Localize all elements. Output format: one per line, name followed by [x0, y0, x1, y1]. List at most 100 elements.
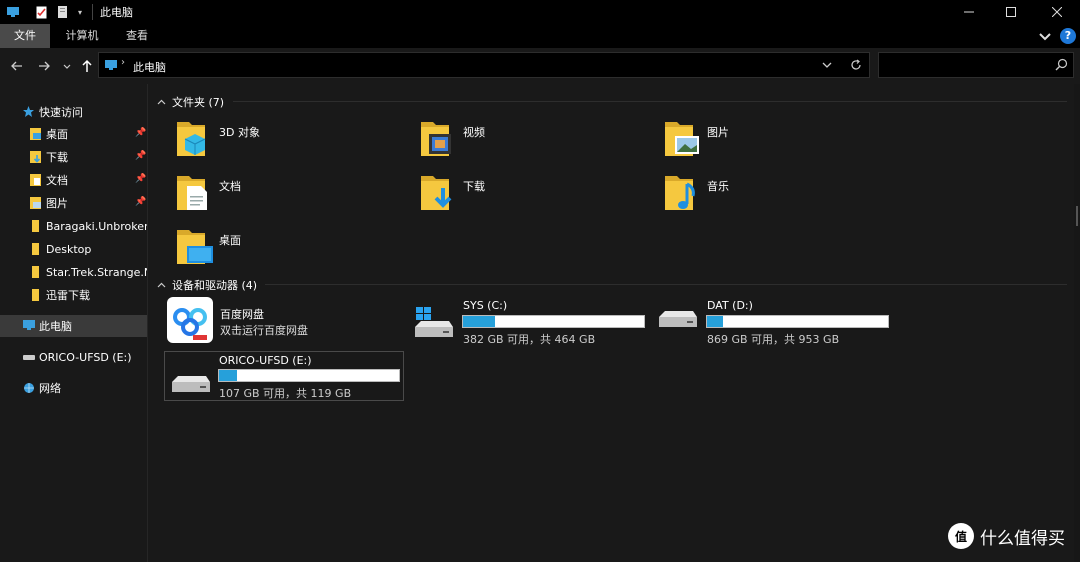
this-pc-icon — [104, 59, 118, 74]
music-folder-icon — [663, 172, 703, 212]
window-title: 此电脑 — [100, 6, 133, 19]
collapse-chevron-icon — [157, 282, 166, 287]
sidebar-item-label: 迅雷下载 — [46, 289, 90, 302]
removable-drive-icon — [170, 374, 212, 397]
sidebar-item-label: 下载 — [46, 151, 68, 164]
folder-icon — [30, 266, 41, 278]
star-icon — [23, 106, 34, 118]
tab-computer[interactable]: 计算机 — [54, 24, 110, 48]
hard-drive-icon — [657, 309, 699, 332]
sidebar-item-pictures[interactable]: 图片 📌 — [0, 192, 147, 214]
folder-documents[interactable]: 文档 — [149, 170, 381, 216]
up-icon[interactable] — [80, 59, 94, 73]
downloads-folder-icon — [419, 172, 459, 212]
videos-folder-icon — [419, 118, 459, 158]
search-input[interactable] — [878, 52, 1074, 78]
folder-label: 图片 — [707, 126, 729, 139]
scrollbar[interactable] — [1074, 84, 1080, 562]
sidebar-item-usb-drive[interactable]: ORICO-UFSD (E:) — [0, 346, 147, 368]
sidebar-item-label: 快速访问 — [39, 106, 83, 119]
baidu-netdisk-item[interactable]: 百度网盘 双击运行百度网盘 — [167, 297, 397, 343]
folder-icon — [30, 220, 41, 232]
folder-downloads[interactable]: 下载 — [393, 170, 625, 216]
address-history-icon[interactable] — [821, 58, 833, 75]
watermark-badge: 值 — [948, 523, 974, 549]
sidebar-item-xunlei[interactable]: 迅雷下载 — [0, 284, 147, 306]
refresh-icon[interactable] — [849, 58, 863, 75]
back-icon[interactable] — [10, 59, 24, 73]
pin-icon[interactable]: 📌 — [135, 128, 146, 138]
sidebar-item-star-trek[interactable]: Star.Trek.Strange.New — [0, 261, 147, 283]
help-icon[interactable]: ? — [1060, 28, 1076, 44]
sidebar-item-baragaki[interactable]: Baragaki.Unbroken — [0, 215, 147, 237]
pin-icon[interactable]: 📌 — [135, 197, 146, 207]
sidebar-item-desktop-folder[interactable]: Desktop — [0, 238, 147, 260]
sidebar-item-label: 图片 — [46, 197, 68, 210]
recent-locations-icon[interactable] — [60, 59, 74, 73]
sidebar-item-desktop[interactable]: 桌面 📌 — [0, 123, 147, 145]
baidu-netdisk-subtitle: 双击运行百度网盘 — [220, 324, 308, 337]
folder-videos[interactable]: 视频 — [393, 116, 625, 162]
drive-e[interactable]: ORICO-UFSD (E:) 107 GB 可用，共 119 GB — [164, 351, 404, 401]
drive-usage-bar — [462, 315, 645, 328]
this-pc-icon — [23, 320, 35, 332]
ribbon-expand-icon[interactable] — [1038, 29, 1052, 46]
folder-icon — [30, 289, 41, 301]
folder-label: 音乐 — [707, 180, 729, 193]
collapse-chevron-icon — [157, 99, 166, 104]
tab-file[interactable]: 文件 — [0, 24, 50, 48]
pictures-folder-icon — [30, 197, 41, 209]
documents-folder-icon — [175, 172, 215, 212]
address-bar[interactable]: › 此电脑 — [98, 52, 870, 78]
drive-c[interactable]: SYS (C:) 382 GB 可用，共 464 GB — [413, 297, 647, 346]
sidebar-item-label: Baragaki.Unbroken — [46, 219, 147, 233]
drive-usage-fill — [463, 316, 496, 327]
forward-icon[interactable] — [37, 59, 51, 73]
sidebar-item-label: Star.Trek.Strange.New — [46, 265, 147, 279]
new-folder-icon[interactable] — [58, 4, 67, 20]
baidu-netdisk-icon — [167, 297, 213, 343]
folder-desktop[interactable]: 桌面 — [149, 224, 381, 270]
drive-usage-bar — [706, 315, 889, 328]
breadcrumb[interactable]: 此电脑 — [133, 59, 166, 75]
sidebar-item-this-pc[interactable]: 此电脑 — [0, 315, 147, 337]
drive-free-space: 382 GB 可用，共 464 GB — [463, 333, 596, 346]
folder-music[interactable]: 音乐 — [637, 170, 869, 216]
desktop-folder-icon — [30, 128, 41, 140]
pin-icon[interactable]: 📌 — [135, 174, 146, 184]
app-icon[interactable] — [6, 4, 20, 20]
group-header-devices[interactable]: 设备和驱动器 (4) — [157, 277, 257, 293]
pin-icon[interactable]: 📌 — [135, 151, 146, 161]
drive-d[interactable]: DAT (D:) 869 GB 可用，共 953 GB — [657, 297, 891, 346]
folder-label: 下载 — [463, 180, 485, 193]
content-pane: 文件夹 (7) 3D 对象 视频 图片 文档 下载 音乐 桌面 设备和驱动器 (… — [149, 84, 1073, 562]
navigation-pane: 快速访问 桌面 📌 下载 📌 文档 📌 图片 📌 Baragaki.Unbrok… — [0, 84, 148, 562]
folder-label: 3D 对象 — [219, 126, 260, 139]
maximize-icon[interactable] — [988, 0, 1034, 24]
search-icon[interactable] — [1055, 58, 1068, 74]
sidebar-item-downloads[interactable]: 下载 📌 — [0, 146, 147, 168]
sidebar-item-network[interactable]: 网络 — [0, 377, 147, 399]
tab-view[interactable]: 查看 — [114, 24, 160, 48]
group-header-folders[interactable]: 文件夹 (7) — [157, 94, 224, 110]
folder-3d-objects[interactable]: 3D 对象 — [149, 116, 381, 162]
3d-objects-folder-icon — [175, 118, 215, 158]
folder-icon — [30, 243, 41, 255]
folder-label: 视频 — [463, 126, 485, 139]
close-icon[interactable] — [1034, 0, 1080, 24]
sidebar-item-label: ORICO-UFSD (E:) — [39, 350, 132, 364]
desktop-folder-icon — [175, 226, 215, 266]
minimize-icon[interactable] — [946, 0, 992, 24]
documents-folder-icon — [30, 174, 41, 186]
breadcrumb-chevron-icon[interactable]: › — [121, 57, 125, 68]
drive-name: SYS (C:) — [463, 299, 508, 312]
sidebar-item-quick-access[interactable]: 快速访问 — [0, 101, 147, 123]
qat-dropdown-icon[interactable]: ▾ — [78, 4, 82, 20]
sidebar-item-label: Desktop — [46, 242, 92, 256]
group-title: 文件夹 (7) — [172, 96, 225, 109]
network-icon — [23, 382, 34, 394]
sidebar-item-documents[interactable]: 文档 📌 — [0, 169, 147, 191]
folder-pictures[interactable]: 图片 — [637, 116, 869, 162]
properties-icon[interactable] — [36, 4, 47, 20]
drive-name: ORICO-UFSD (E:) — [219, 354, 312, 367]
